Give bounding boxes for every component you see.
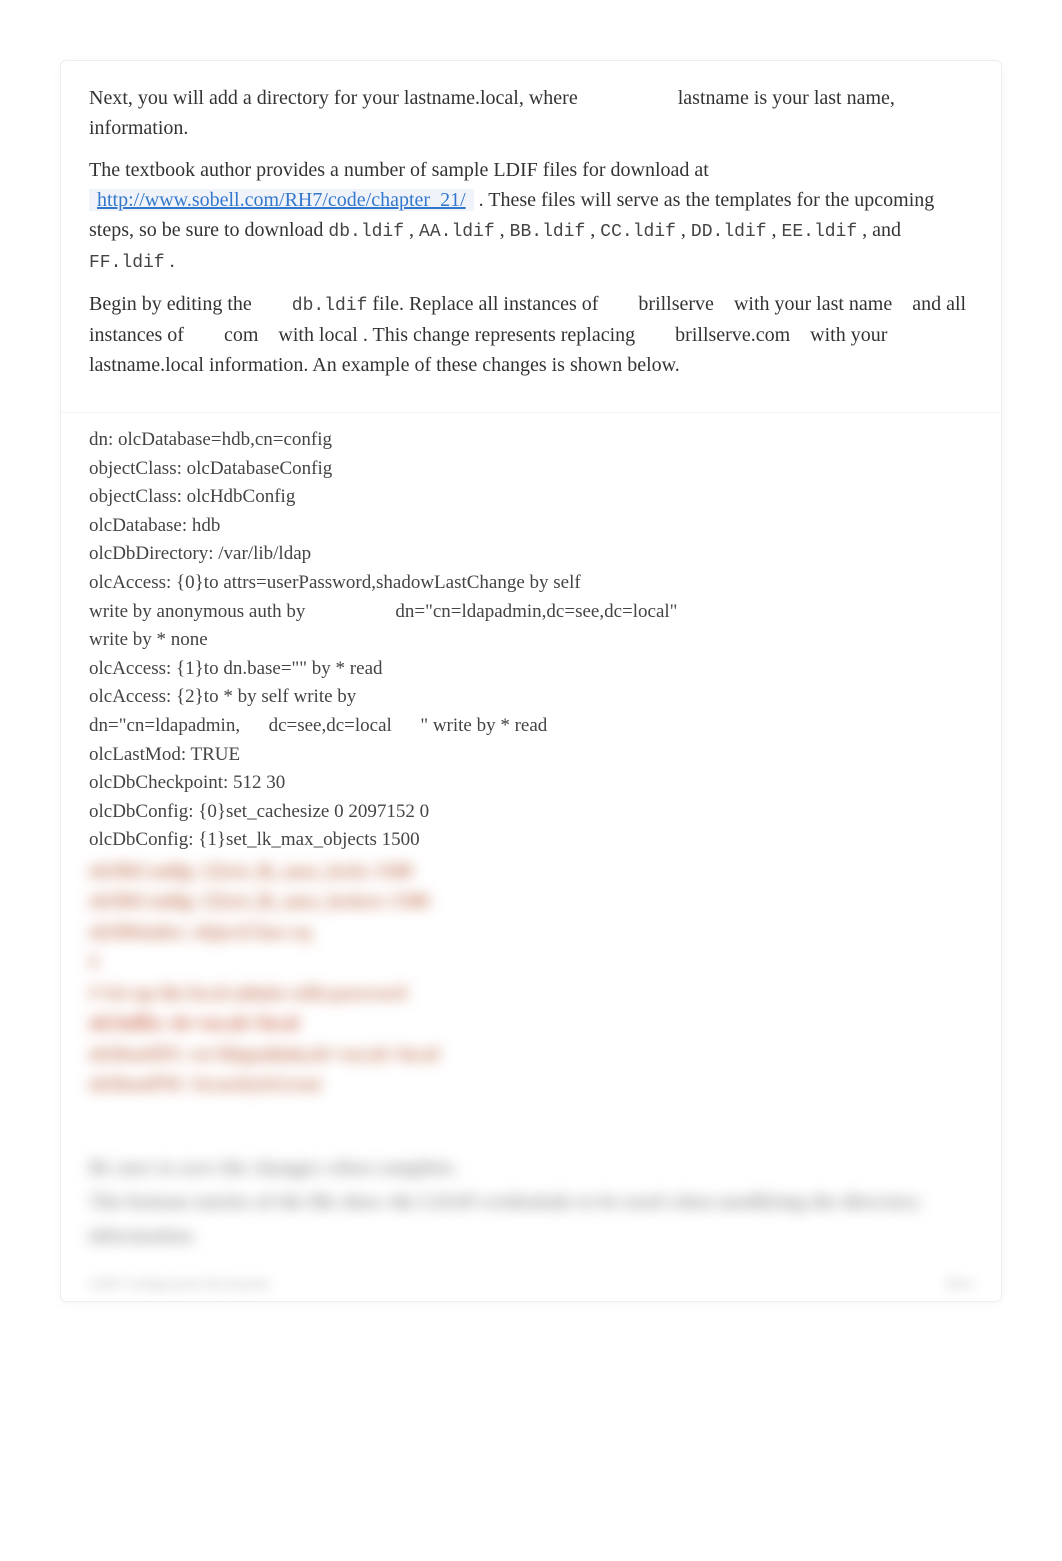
val-brillservecom: brillserve.com <box>675 324 790 346</box>
code-line: olcAccess: {1}to dn.base="" by * read <box>89 656 973 683</box>
text: . This change represents replacing <box>363 324 640 346</box>
document-card: Next, you will add a directory for your … <box>60 60 1002 1302</box>
val-lastnamelocal: lastname.local <box>89 354 204 376</box>
sep: , <box>500 219 510 241</box>
code-line: olcDbConfig: {0}set_cachesize 0 2097152 … <box>89 799 973 826</box>
code-line: write by * none <box>89 627 973 654</box>
text: with your <box>810 324 887 346</box>
code-line: dn: olcDatabase=hdb,cn=config <box>89 427 973 454</box>
footer-right: Next <box>946 1277 973 1293</box>
val-com: com <box>224 324 258 346</box>
text: with your <box>734 293 816 315</box>
footer-left: LDIF Configuration Documents <box>89 1277 269 1293</box>
val-local: local <box>319 324 358 346</box>
code-line: olcDatabase: hdb <box>89 513 973 540</box>
file-dd: DD.ldif <box>691 222 767 242</box>
paragraph-3: Begin by editing the db.ldif file. Repla… <box>89 289 973 380</box>
sep: , <box>590 219 600 241</box>
code-line: olcLastMod: TRUE <box>89 742 973 769</box>
val-brillserve: brillserve <box>638 293 714 315</box>
text: file. Replace all instances of <box>372 293 603 315</box>
file-db: db.ldif <box>328 222 404 242</box>
text: The textbook author provides a number of… <box>89 159 709 181</box>
code-line: dn="cn=ldapadmin, dc=see,dc=local " writ… <box>89 713 973 740</box>
code-line: objectClass: olcDatabaseConfig <box>89 456 973 483</box>
text: Next, you will add a directory for your … <box>89 87 583 109</box>
sep: , <box>409 219 419 241</box>
code-line: olcDbDirectory: /var/lib/ldap <box>89 541 973 568</box>
note-line: The bottom entries of the file show the … <box>89 1185 973 1253</box>
file-ee: EE.ldif <box>782 222 858 242</box>
file-ref: db.ldif <box>292 296 368 316</box>
val-lastname: last name <box>816 293 892 315</box>
text: with <box>278 324 319 346</box>
sep-end: . <box>170 250 175 272</box>
file-ff: FF.ldif <box>89 253 165 273</box>
instruction-text: Next, you will add a directory for your … <box>61 61 1001 412</box>
sep: , <box>772 219 782 241</box>
sep-and: , and <box>862 219 901 241</box>
file-aa: AA.ldif <box>419 222 495 242</box>
file-cc: CC.ldif <box>600 222 676 242</box>
code-line: objectClass: olcHdbConfig <box>89 484 973 511</box>
code-line: olcAccess: {0}to attrs=userPassword,shad… <box>89 570 973 597</box>
text: Begin by editing the <box>89 293 257 315</box>
code-line: write by anonymous auth bydn="cn=ldapadm… <box>89 599 973 626</box>
download-link[interactable]: http://www.sobell.com/RH7/code/chapter_2… <box>89 189 474 211</box>
blurred-footer: LDIF Configuration Documents Next <box>61 1277 1001 1301</box>
lastname-placeholder: lastname <box>678 87 749 109</box>
ldif-code-block: dn: olcDatabase=hdb,cn=config objectClas… <box>61 412 1001 1120</box>
code-line: olcAccess: {2}to * by self write by <box>89 684 973 711</box>
blurred-code: olcDbConfig: {2}set_lk_max_locks 1500 ol… <box>89 858 973 1100</box>
file-bb: BB.ldif <box>510 222 586 242</box>
note-line: Be sure to save the changes when complet… <box>89 1151 973 1185</box>
code-line: olcDbCheckpoint: 512 30 <box>89 770 973 797</box>
blurred-notes: Be sure to save the changes when complet… <box>61 1120 1001 1277</box>
paragraph-2: The textbook author provides a number of… <box>89 155 973 277</box>
text: information. An example of these changes… <box>209 354 680 376</box>
sep: , <box>681 219 691 241</box>
code-line: olcDbConfig: {1}set_lk_max_objects 1500 <box>89 827 973 854</box>
paragraph-1: Next, you will add a directory for your … <box>89 83 973 143</box>
